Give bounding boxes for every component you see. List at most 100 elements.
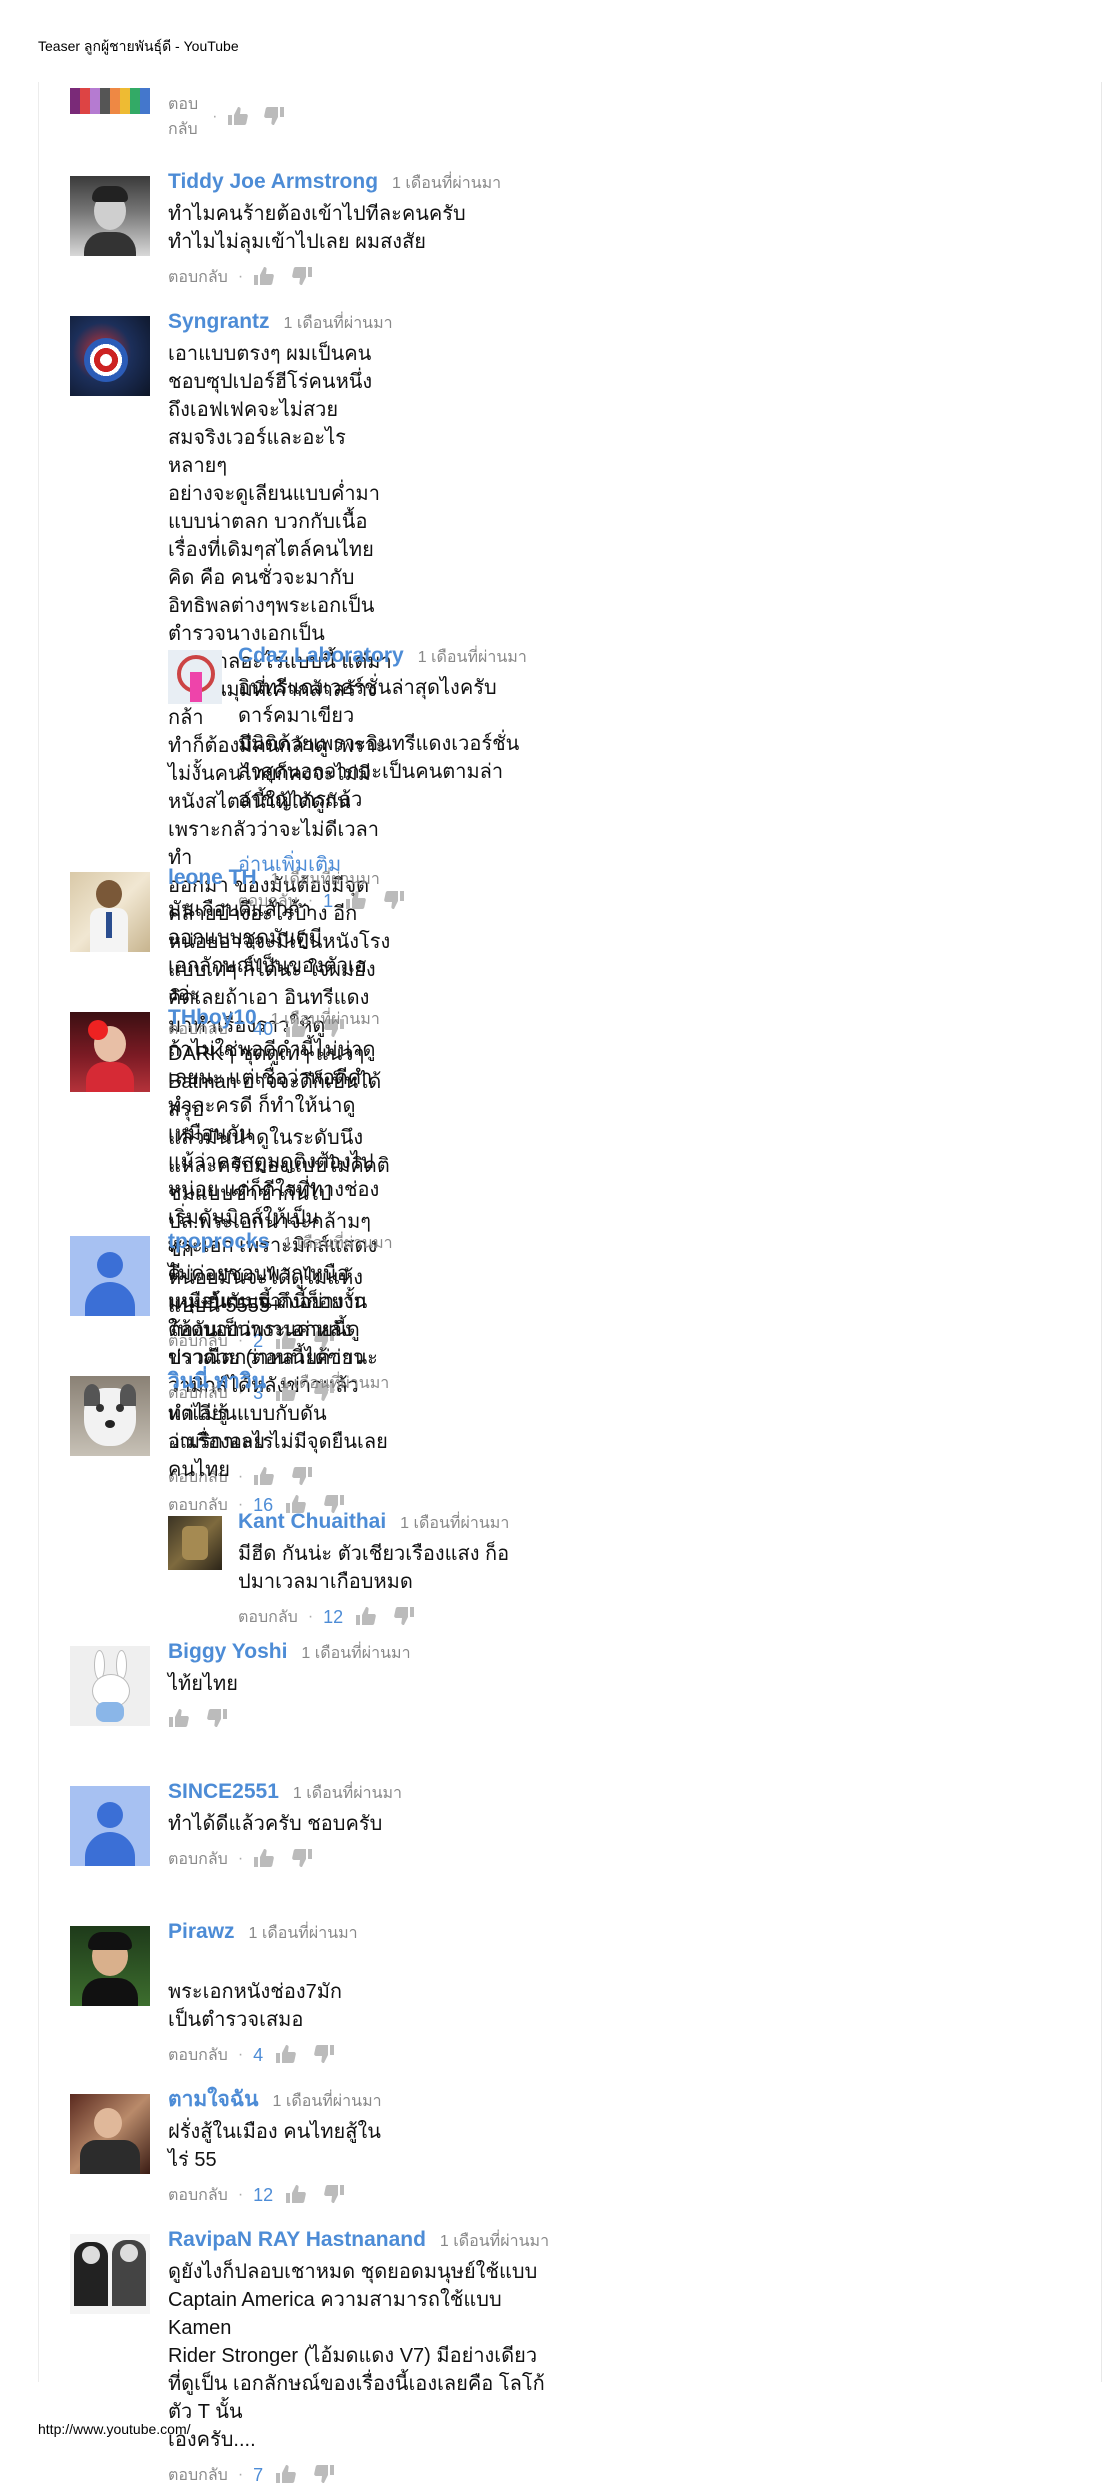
author-name[interactable]: Biggy Yoshi bbox=[168, 1640, 287, 1663]
thumbs-up-icon[interactable] bbox=[253, 266, 277, 288]
timestamp[interactable]: 1 เดือนที่ผ่านมา bbox=[273, 2093, 382, 2110]
timestamp[interactable]: 1 เดือนที่ผ่านมา bbox=[293, 1785, 402, 1802]
comment-line: ฝรั่งสู้ในเมือง คนไทยสู้ในไร่ 55 bbox=[168, 2121, 381, 2171]
default-avatar-icon[interactable] bbox=[70, 1786, 150, 1866]
separator-dot: · bbox=[237, 1850, 244, 1867]
timestamp[interactable]: 1 เดือนที่ผ่านมา bbox=[301, 1645, 410, 1662]
comment-line: เอาแบบตรงๆ ผมเป็นคนชอบซุปเปอร์ฮีโร่คนหนึ… bbox=[168, 343, 373, 477]
reply-button[interactable]: ตอบกลับ bbox=[168, 265, 228, 290]
thumbs-up-icon[interactable] bbox=[355, 1606, 379, 1628]
author-name[interactable]: RavipaN RAY Hastnanand bbox=[168, 2228, 426, 2251]
separator-dot: · bbox=[212, 108, 218, 125]
avatar[interactable] bbox=[70, 2094, 150, 2174]
thumbs-down-icon[interactable] bbox=[291, 266, 315, 288]
author-name[interactable]: SINCE2551 bbox=[168, 1780, 279, 1803]
comment-text: มันเกือบดีแล้วถ้าออกแบบชุดมันดูมีเอกลักษ… bbox=[168, 896, 380, 1008]
timestamp[interactable]: 1 เดือนที่ผ่านมา bbox=[392, 175, 501, 192]
comment-line: เองครับ.... bbox=[168, 2429, 256, 2451]
comment-line: ทำเลียนแบบกับดันอเมริกาเลย ไม่มีจุดยืนเล… bbox=[168, 1403, 388, 1481]
avatar[interactable] bbox=[70, 872, 150, 952]
reply-button[interactable]: ตอบกลับ bbox=[168, 1493, 228, 1518]
default-avatar-icon[interactable] bbox=[70, 1236, 150, 1316]
comment-line: อินทรีแดงเวอร์ชั่นล่าสุดไงครับ ดาร์คมาเข… bbox=[238, 677, 497, 727]
comment-body: Biggy Yoshi 1 เดือนที่ผ่านมา ไท้ยไทย bbox=[168, 1640, 411, 1732]
timestamp[interactable]: 1 เดือนที่ผ่านมา bbox=[284, 1235, 393, 1252]
comment-actions bbox=[168, 1706, 411, 1732]
comment-text: ดูยังไงก็ปลอบเชาหมด ชุดยอดมนุษย์ใช้แบบ C… bbox=[168, 2258, 549, 2454]
comment-line: ทำไมคนร้ายต้องเข้าไปทีละคนครับ ทำไมไม่ลุ… bbox=[168, 203, 466, 253]
author-name[interactable]: Cdaz Laboratory bbox=[238, 644, 404, 667]
comment-text: ฝรั่งสู้ในเมือง คนไทยสู้ในไร่ 55 bbox=[168, 2118, 382, 2174]
thumbs-up-icon[interactable] bbox=[253, 1848, 277, 1870]
comment-text: ทำเลียนแบบกับดันอเมริกาเลย ไม่มีจุดยืนเล… bbox=[168, 1400, 389, 1484]
author-name[interactable]: Syngrantz bbox=[168, 310, 270, 333]
timestamp[interactable]: 1 เดือนที่ผ่านมา bbox=[418, 649, 527, 666]
thumbs-down-icon[interactable] bbox=[206, 1708, 230, 1730]
thumbs-up-icon[interactable] bbox=[275, 2464, 299, 2486]
timestamp[interactable]: 1 เดือนที่ผ่านมา bbox=[440, 2233, 549, 2250]
print-header-title: Teaser ลูกผู้ชายพันธุ์ดี - YouTube bbox=[38, 38, 239, 54]
avatar[interactable] bbox=[70, 1646, 150, 1726]
comment-line: ดูยังไงก็ปลอบเชาหมด ชุดยอดมนุษย์ใช้แบบ C… bbox=[168, 2261, 538, 2339]
comment-body: RavipaN RAY Hastnanand 1 เดือนที่ผ่านมา ด… bbox=[168, 2228, 549, 2488]
avatar[interactable] bbox=[70, 176, 150, 256]
author-name[interactable]: tpoprocks bbox=[168, 1230, 270, 1253]
author-name[interactable]: ตามใจฉัน bbox=[168, 2088, 259, 2111]
thumbs-up-icon[interactable] bbox=[275, 2044, 299, 2066]
comment-body: วินนี่ ทาวิน 1 เดือนที่ผ่านมา ทำเลียนแบบก… bbox=[168, 1370, 389, 1518]
author-name[interactable]: วินนี่ ทาวิน bbox=[168, 1370, 266, 1393]
comment-text: ไท้ยไทย bbox=[168, 1670, 411, 1698]
timestamp[interactable]: 1 เดือนที่ผ่านมา bbox=[280, 1375, 389, 1392]
thumbs-down-icon[interactable] bbox=[291, 1848, 315, 1870]
like-count: 7 bbox=[253, 2464, 264, 2485]
comment-actions: ตอบกลับ · 4 bbox=[168, 2042, 358, 2068]
thumbs-down-icon[interactable] bbox=[263, 106, 285, 128]
comment-text: มีฮีด กันน่ะ ตัวเชียวเรืองแสง ก็อปมาเวลม… bbox=[238, 1540, 509, 1596]
avatar[interactable] bbox=[168, 650, 222, 704]
timestamp[interactable]: 1 เดือนที่ผ่านมา bbox=[400, 1515, 509, 1532]
reply-button[interactable]: ตอบกลับ bbox=[238, 1605, 298, 1630]
like-count: 12 bbox=[323, 1606, 344, 1627]
avatar[interactable] bbox=[70, 316, 150, 396]
avatar[interactable] bbox=[70, 1012, 150, 1092]
timestamp[interactable]: 1 เดือนที่ผ่านมา bbox=[284, 315, 393, 332]
comment-line: มันเกือบดีแล้วถ้าออกแบบชุดมันดูมีเอกลักษ… bbox=[168, 899, 367, 1005]
thumbs-down-icon[interactable] bbox=[383, 890, 407, 912]
author-name[interactable]: THboy10 bbox=[168, 1006, 257, 1029]
thumbs-down-icon[interactable] bbox=[313, 2464, 337, 2486]
avatar[interactable] bbox=[70, 1376, 150, 1456]
author-name[interactable]: Tiddy Joe Armstrong bbox=[168, 170, 378, 193]
avatar[interactable] bbox=[70, 2234, 150, 2314]
reply-button[interactable]: ตอบกลับ bbox=[168, 1847, 228, 1872]
thumbs-up-icon[interactable] bbox=[168, 1708, 192, 1730]
comment-line: ทำได้ดีแล้วครับ ชอบครับ bbox=[168, 1813, 383, 1835]
comment-body: ตามใจฉัน 1 เดือนที่ผ่านมา ฝรั่งสู้ในเมือง… bbox=[168, 2088, 382, 2208]
separator-dot: · bbox=[237, 2046, 244, 2063]
print-footer-url: http://www.youtube.com/ bbox=[38, 2421, 191, 2437]
thumbs-down-icon[interactable] bbox=[393, 1606, 417, 1628]
comment-line: มีฮีด กันน่ะ ตัวเชียวเรืองแสง ก็อปมาเวลม… bbox=[238, 1543, 510, 1593]
comment-line: ไท้ยไทย bbox=[168, 1673, 238, 1695]
thumbs-up-icon[interactable] bbox=[285, 2184, 309, 2206]
avatar[interactable] bbox=[168, 1516, 222, 1570]
thumbs-down-icon[interactable] bbox=[323, 2184, 347, 2206]
comment-line: พระเอกหนังช่อง7มักเป็นตำรวจเสมอ bbox=[168, 1981, 343, 2031]
thumbs-up-icon[interactable] bbox=[227, 106, 249, 128]
thumbs-down-icon[interactable] bbox=[313, 2044, 337, 2066]
reply-button[interactable]: ตอบกลับ bbox=[168, 2043, 228, 2068]
reply-button[interactable]: ตอบกลับ bbox=[168, 2463, 228, 2488]
avatar[interactable] bbox=[70, 1926, 150, 2006]
comment-actions: ตอบกลับ · bbox=[168, 96, 299, 138]
timestamp[interactable]: 1 เดือนที่ผ่านมา bbox=[249, 1925, 358, 1942]
separator-dot: · bbox=[237, 2186, 244, 2203]
reply-button[interactable]: ตอบกลับ bbox=[168, 2183, 228, 2208]
comment-text: ไม่ค่อยชอบพวกเหนือมนุษย์แบบนี้ ถึงอย่างง… bbox=[168, 1260, 393, 1372]
comment-body: Tiddy Joe Armstrong 1 เดือนที่ผ่านมา ทำไม… bbox=[168, 170, 501, 290]
reply-button[interactable]: ตอบกลับ bbox=[168, 92, 202, 142]
author-name[interactable]: Kant Chuaithai bbox=[238, 1510, 386, 1533]
author-name[interactable]: Pirawz bbox=[168, 1920, 235, 1943]
timestamp[interactable]: 1 เดือนที่ผ่านมา bbox=[271, 871, 380, 888]
comment-body: Pirawz 1 เดือนที่ผ่านมา พระเอกหนังช่อง7มั… bbox=[168, 1920, 358, 2068]
timestamp[interactable]: 1 เดือนที่ผ่านมา bbox=[271, 1011, 380, 1028]
author-name[interactable]: leone TH bbox=[168, 866, 257, 889]
